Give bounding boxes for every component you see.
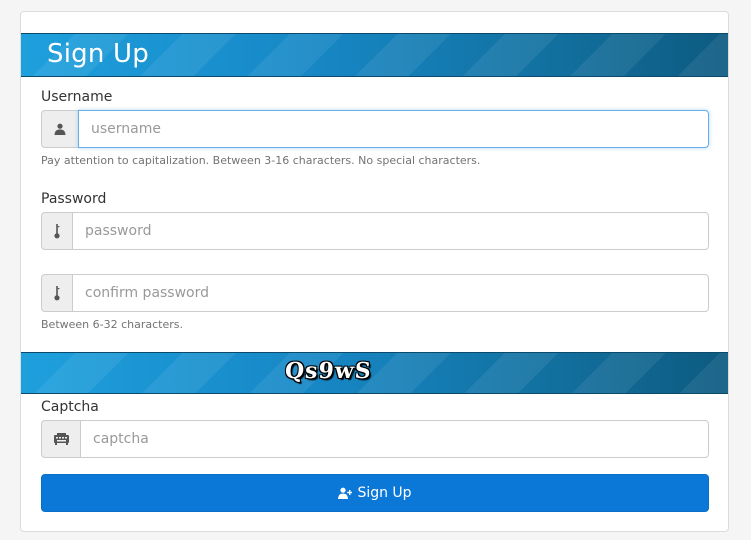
confirm-password-input[interactable]	[72, 274, 709, 312]
captcha-image[interactable]: Qs9wS	[284, 358, 373, 384]
password-label: Password	[41, 191, 107, 207]
username-help: Pay attention to capitalization. Between…	[41, 154, 481, 167]
sign-up-button[interactable]: Sign Up	[41, 474, 709, 512]
captcha-group	[41, 420, 709, 458]
user-icon	[41, 110, 78, 148]
captcha-label: Captcha	[41, 399, 99, 415]
signup-card: Sign Up Username Pay attention to capita…	[20, 11, 729, 532]
sign-up-label: Sign Up	[357, 485, 412, 501]
keyboard-icon	[41, 420, 80, 458]
password-help: Between 6-32 characters.	[41, 318, 183, 331]
confirm-password-group	[41, 274, 709, 312]
username-input[interactable]	[78, 110, 709, 148]
password-group	[41, 212, 709, 250]
key-icon	[41, 212, 72, 250]
title-banner: Sign Up	[21, 33, 728, 77]
page-title: Sign Up	[47, 39, 149, 69]
user-add-icon	[338, 487, 353, 499]
captcha-banner: Qs9wS	[21, 352, 728, 394]
username-label: Username	[41, 89, 113, 105]
key-icon	[41, 274, 72, 312]
password-input[interactable]	[72, 212, 709, 250]
username-group	[41, 110, 709, 148]
captcha-input[interactable]	[80, 420, 709, 458]
